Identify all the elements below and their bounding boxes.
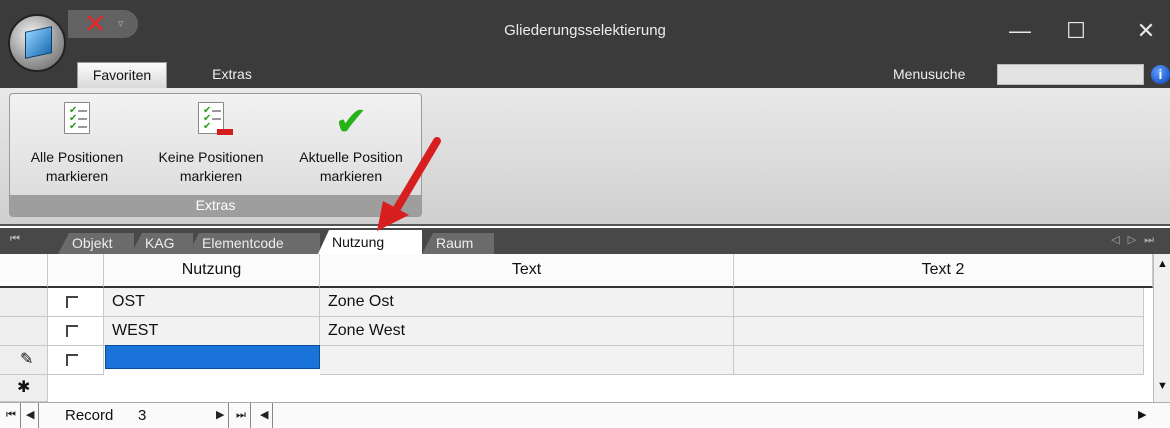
row-selector[interactable] — [0, 317, 48, 346]
red-arrow-annotation — [377, 137, 441, 231]
cell-text2[interactable] — [734, 317, 1144, 346]
record-label: Record — [65, 407, 114, 424]
app-menu-button[interactable] — [8, 14, 66, 72]
tab-favoriten[interactable]: Favoriten — [77, 62, 167, 88]
deselect-all-label-1: Keine Positionen — [158, 149, 264, 165]
data-grid: Nutzung Text Text 2 OST Zone Ost WEST Zo… — [0, 254, 1170, 428]
ribbon-tab-bar: Favoriten Extras Menusuche i — [0, 62, 1170, 88]
record-navigation-bar: ⏮ ◀ Record 3 ▶ ⏭ ◀ ▶ — [0, 402, 1170, 428]
row-selector[interactable] — [0, 288, 48, 317]
cell-nutzung[interactable]: WEST — [104, 317, 320, 346]
select-all-label-2: markieren — [45, 168, 109, 184]
select-all-label-1: Alle Positionen — [30, 149, 124, 165]
cell-text[interactable]: Zone Ost — [320, 288, 734, 317]
tab-raum[interactable]: Raum — [422, 233, 494, 254]
last-record-icon[interactable]: ⏭ — [232, 403, 251, 428]
select-all-button[interactable]: ✔ ✔ ✔ Alle Positionen markieren — [12, 102, 142, 186]
tab-scroll-icons[interactable]: ◁▷⏭ — [1111, 233, 1162, 247]
tab-objekt[interactable]: Objekt — [58, 233, 134, 254]
new-row-icon: ✱ — [0, 375, 48, 402]
menusuche-label: Menusuche — [893, 66, 966, 82]
menusuche-input[interactable] — [997, 64, 1144, 85]
scroll-up-icon[interactable]: ▲ — [1157, 258, 1168, 270]
select-all-icon: ✔ ✔ ✔ — [64, 102, 90, 134]
tab-kag[interactable]: KAG — [131, 233, 193, 254]
col-header-text[interactable]: Text — [320, 254, 734, 288]
hscroll-right-icon[interactable]: ▶ — [1138, 403, 1146, 428]
col-header-nutzung[interactable]: Nutzung — [104, 254, 320, 288]
deselect-all-button[interactable]: ✔ ✔ ✔ Keine Positionen markieren — [143, 102, 279, 186]
grid-corner — [0, 254, 48, 288]
checkbox-icon — [66, 354, 78, 366]
ribbon: ✔ ✔ ✔ Alle Positionen markieren ✔ ✔ ✔ Ke… — [0, 88, 1170, 226]
deselect-all-label-2: markieren — [179, 168, 243, 184]
checkbox-icon — [66, 325, 78, 337]
prev-record-icon[interactable]: ◀ — [22, 403, 40, 428]
tab-extras[interactable]: Extras — [200, 62, 264, 88]
row-checkbox[interactable] — [48, 288, 104, 317]
object-tab-bar: ⏮ Objekt KAG Elementcode Nutzung Raum ◁▷… — [0, 228, 1170, 254]
first-record-icon[interactable]: ⏮ — [2, 403, 21, 428]
minimize-button[interactable]: — — [1000, 12, 1040, 50]
window-title: Gliederungsselektierung — [504, 22, 666, 39]
tab-first-icon[interactable]: ⏮ — [10, 233, 20, 246]
hscroll-left-icon[interactable]: ◀ — [256, 403, 274, 428]
maximize-button[interactable]: ☐ — [1056, 12, 1096, 50]
cell-text[interactable]: Zone West — [320, 317, 734, 346]
row-checkbox[interactable] — [48, 317, 104, 346]
title-bar: ✕ ▿ Gliederungsselektierung — ☐ ✕ — [0, 0, 1170, 62]
tab-elementcode[interactable]: Elementcode — [188, 233, 320, 254]
grid-check-header — [48, 254, 104, 288]
group-label: Extras — [10, 195, 421, 216]
cell-nutzung[interactable]: OST — [104, 288, 320, 317]
vertical-scrollbar[interactable]: ▲ ▼ — [1153, 254, 1170, 404]
col-header-text2[interactable]: Text 2 — [734, 254, 1153, 288]
record-number-input[interactable]: 3 — [138, 403, 146, 428]
pencil-icon: ✎ — [0, 346, 48, 375]
minus-icon — [217, 129, 233, 135]
next-record-icon[interactable]: ▶ — [212, 403, 230, 428]
row-checkbox[interactable] — [48, 346, 104, 375]
deselect-all-icon: ✔ ✔ ✔ — [198, 102, 233, 135]
ribbon-group-extras: ✔ ✔ ✔ Alle Positionen markieren ✔ ✔ ✔ Ke… — [9, 93, 422, 217]
checkbox-icon — [66, 296, 78, 308]
scroll-down-icon[interactable]: ▼ — [1157, 380, 1168, 392]
cell-text2[interactable] — [734, 288, 1144, 317]
active-cell-nutzung[interactable] — [105, 345, 320, 369]
cell-text[interactable] — [320, 346, 734, 375]
cube-icon — [25, 26, 52, 59]
cell-text2[interactable] — [734, 346, 1144, 375]
info-icon[interactable]: i — [1151, 65, 1170, 84]
close-button[interactable]: ✕ — [1126, 12, 1166, 50]
